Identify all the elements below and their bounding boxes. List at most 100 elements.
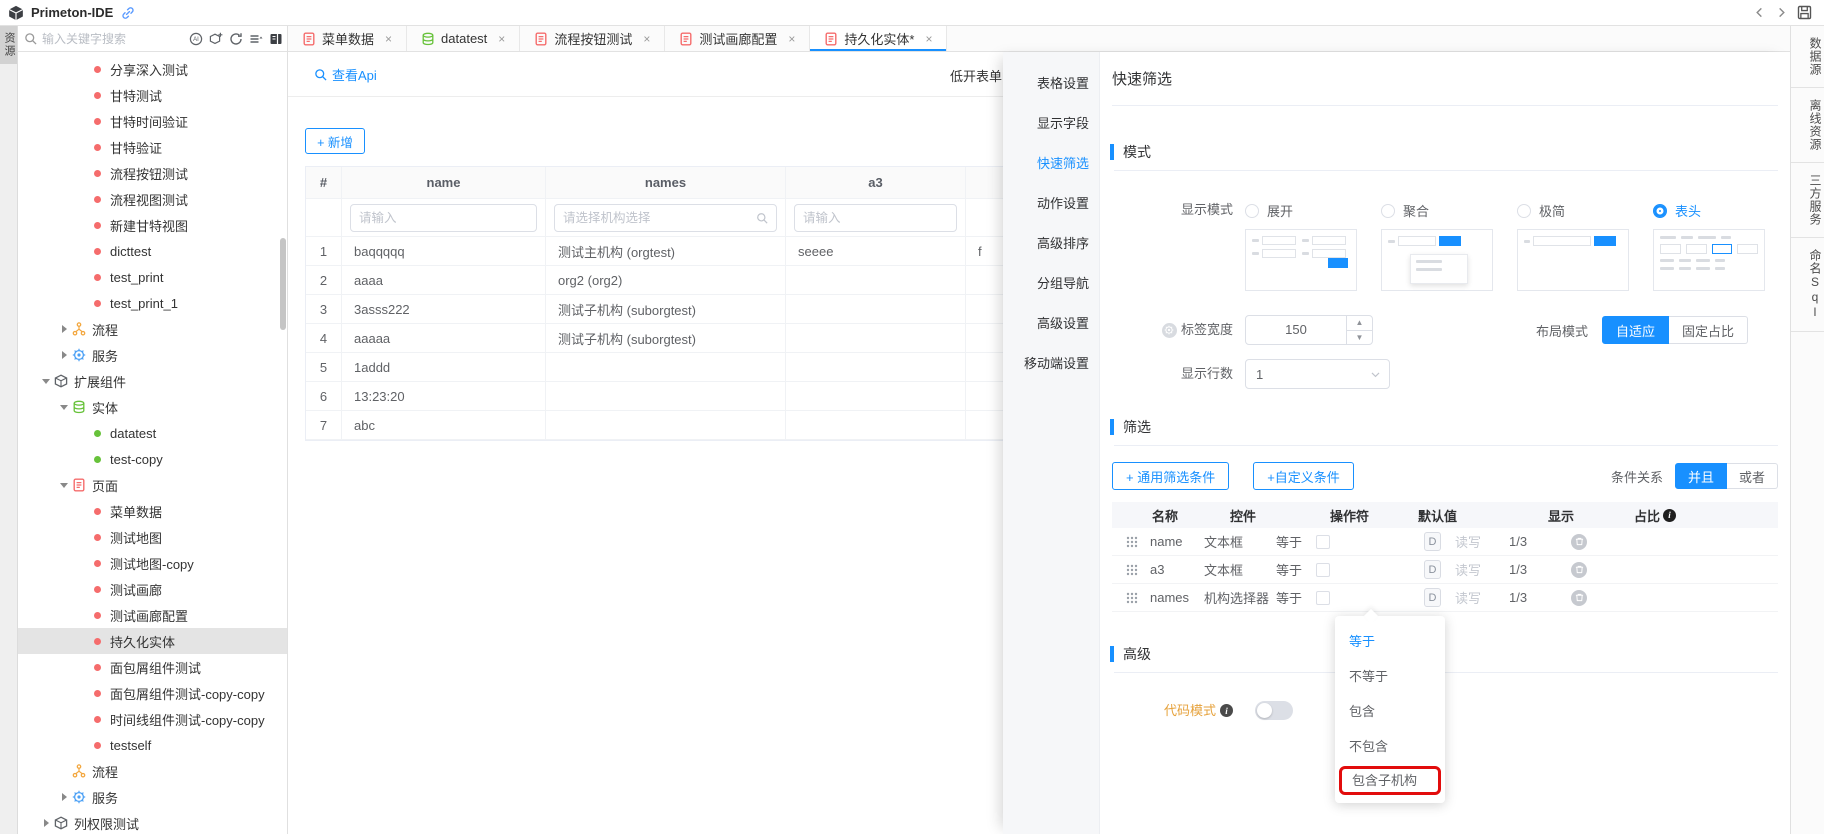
refresh-icon[interactable] — [229, 32, 243, 46]
tab-datatest[interactable]: datatest× — [407, 26, 520, 51]
tree-item[interactable]: 测试画廊 — [18, 576, 287, 602]
drag-handle-icon[interactable] — [1126, 592, 1138, 604]
operator-dropdown-trigger[interactable]: 等于 — [1276, 560, 1304, 579]
add-custom-filter-button[interactable]: +自定义条件 — [1253, 462, 1354, 490]
tree-item[interactable]: 面包屑组件测试-copy-copy — [18, 680, 287, 706]
operator-dropdown-trigger[interactable]: 等于 — [1276, 588, 1304, 607]
menu-item-advanced-settings[interactable]: 高级设置 — [1003, 304, 1099, 344]
column-header-names[interactable]: names — [546, 167, 786, 198]
expand-arrow-icon[interactable] — [58, 322, 72, 336]
tab-persistent-entity[interactable]: 持久化实体*× — [810, 26, 947, 51]
delete-icon[interactable] — [1571, 590, 1587, 606]
table-row[interactable]: 33asss222测试子机构 (suborgtest) — [306, 295, 1049, 324]
tree-item[interactable]: 分享深入测试 — [18, 56, 287, 82]
right-strip-tab-datasource[interactable]: 数据源 — [1791, 26, 1824, 88]
tree-item[interactable]: 菜单数据 — [18, 498, 287, 524]
data-binding-button[interactable]: D — [1424, 532, 1441, 551]
list-collapse-icon[interactable] — [249, 32, 263, 46]
tree-item[interactable]: test-copy — [18, 446, 287, 472]
tree-item[interactable]: 面包屑组件测试 — [18, 654, 287, 680]
tree-item-selected[interactable]: 持久化实体 — [18, 628, 287, 654]
column-header-a3[interactable]: a3 — [786, 167, 966, 198]
filter-input-names[interactable] — [563, 211, 756, 225]
tree-item[interactable]: 流程按钮测试 — [18, 160, 287, 186]
collapse-arrow-icon[interactable] — [58, 400, 72, 414]
drag-handle-icon[interactable] — [1126, 536, 1138, 548]
right-strip-tab-third-party[interactable]: 三方服务 — [1791, 163, 1824, 238]
sidebar-scrollbar[interactable] — [280, 238, 286, 330]
tree-item[interactable]: 实体 — [18, 394, 287, 420]
nav-forward-icon[interactable] — [1775, 6, 1788, 19]
tree-item[interactable]: 流程视图测试 — [18, 186, 287, 212]
layout-fixed-button[interactable]: 固定占比 — [1669, 316, 1748, 344]
tree-item[interactable]: datatest — [18, 420, 287, 446]
radio-selected-icon[interactable] — [1653, 204, 1667, 218]
filter-input-a3[interactable] — [803, 211, 948, 225]
left-strip-tab-resources[interactable]: 资源 — [0, 26, 17, 64]
info-icon[interactable]: i — [1663, 509, 1676, 522]
tree-item[interactable]: 流程 — [18, 316, 287, 342]
collapse-arrow-icon[interactable] — [40, 374, 54, 388]
row-count-select[interactable]: 1 — [1245, 359, 1390, 389]
tree-item[interactable]: 测试地图-copy — [18, 550, 287, 576]
add-common-filter-button[interactable]: + 通用筛选条件 — [1112, 462, 1229, 490]
dropdown-item-not-equals[interactable]: 不等于 — [1335, 659, 1445, 694]
table-row[interactable]: 51addd — [306, 353, 1049, 382]
tree-item[interactable]: 列权限测试 — [18, 810, 287, 834]
right-strip-tab-named-sql[interactable]: 命名Sql — [1791, 238, 1824, 332]
relation-and-button[interactable]: 并且 — [1675, 463, 1727, 489]
dropdown-item-contains-sub-org[interactable]: 包含子机构 — [1339, 766, 1441, 795]
stepper-down-icon[interactable]: ▼ — [1347, 331, 1372, 345]
table-row[interactable]: 1baqqqqq测试主机构 (orgtest)seeeef — [306, 237, 1049, 266]
default-value-checkbox[interactable] — [1316, 535, 1330, 549]
display-mode-option-aggregate[interactable]: 聚合 — [1381, 201, 1493, 291]
tree-item[interactable]: 时间线组件测试-copy-copy — [18, 706, 287, 732]
close-icon[interactable]: × — [643, 33, 650, 45]
tree-item[interactable]: testself — [18, 732, 287, 758]
close-icon[interactable]: × — [385, 33, 392, 45]
code-mode-toggle[interactable] — [1255, 701, 1293, 720]
close-icon[interactable]: × — [788, 33, 795, 45]
drag-handle-icon[interactable] — [1126, 564, 1138, 576]
close-icon[interactable]: × — [925, 33, 932, 45]
delete-icon[interactable] — [1571, 534, 1587, 550]
tab-flow-button-test[interactable]: 流程按钮测试× — [520, 26, 665, 51]
tab-gallery-config[interactable]: 测试画廊配置× — [665, 26, 810, 51]
label-width-stepper[interactable]: 150 ▲▼ — [1245, 315, 1373, 345]
tree-item[interactable]: 甘特时间验证 — [18, 108, 287, 134]
display-mode-option-minimal[interactable]: 极简 — [1517, 201, 1629, 291]
tree-item[interactable]: 扩展组件 — [18, 368, 287, 394]
table-row[interactable]: 4aaaaa测试子机构 (suborgtest) — [306, 324, 1049, 353]
table-row[interactable]: 2aaaaorg2 (org2) — [306, 266, 1049, 295]
tree-item[interactable]: 服务 — [18, 342, 287, 368]
toggle-panel-icon[interactable] — [269, 32, 283, 46]
default-value-checkbox[interactable] — [1316, 563, 1330, 577]
tree-item[interactable]: dicttest — [18, 238, 287, 264]
expand-arrow-icon[interactable] — [58, 790, 72, 804]
tree-item[interactable]: 服务 — [18, 784, 287, 810]
menu-item-advanced-sort[interactable]: 高级排序 — [1003, 224, 1099, 264]
expand-arrow-icon[interactable] — [40, 816, 54, 830]
filter-input-name[interactable] — [359, 211, 528, 225]
menu-item-action-settings[interactable]: 动作设置 — [1003, 184, 1099, 224]
display-readwrite[interactable]: 读写 — [1455, 532, 1509, 551]
relation-or-button[interactable]: 或者 — [1727, 463, 1778, 489]
tree-item[interactable]: 页面 — [18, 472, 287, 498]
stepper-up-icon[interactable]: ▲ — [1347, 316, 1372, 331]
right-strip-tab-offline-resources[interactable]: 离线资源 — [1791, 88, 1824, 163]
tree-item[interactable]: 甘特测试 — [18, 82, 287, 108]
display-readwrite[interactable]: 读写 — [1455, 588, 1509, 607]
tree-item[interactable]: 新建甘特视图 — [18, 212, 287, 238]
close-icon[interactable]: × — [498, 33, 505, 45]
low-code-form-label[interactable]: 低开表单 — [950, 66, 1002, 85]
radio-icon[interactable] — [1517, 204, 1531, 218]
menu-item-table-settings[interactable]: 表格设置 — [1003, 64, 1099, 104]
view-api-link[interactable]: 查看Api — [314, 65, 377, 84]
default-value-checkbox[interactable] — [1316, 591, 1330, 605]
dropdown-item-not-contains[interactable]: 不包含 — [1335, 729, 1445, 764]
radio-icon[interactable] — [1245, 204, 1259, 218]
new-component-icon[interactable] — [209, 32, 223, 46]
menu-item-display-fields[interactable]: 显示字段 — [1003, 104, 1099, 144]
expand-arrow-icon[interactable] — [58, 348, 72, 362]
delete-icon[interactable] — [1571, 562, 1587, 578]
